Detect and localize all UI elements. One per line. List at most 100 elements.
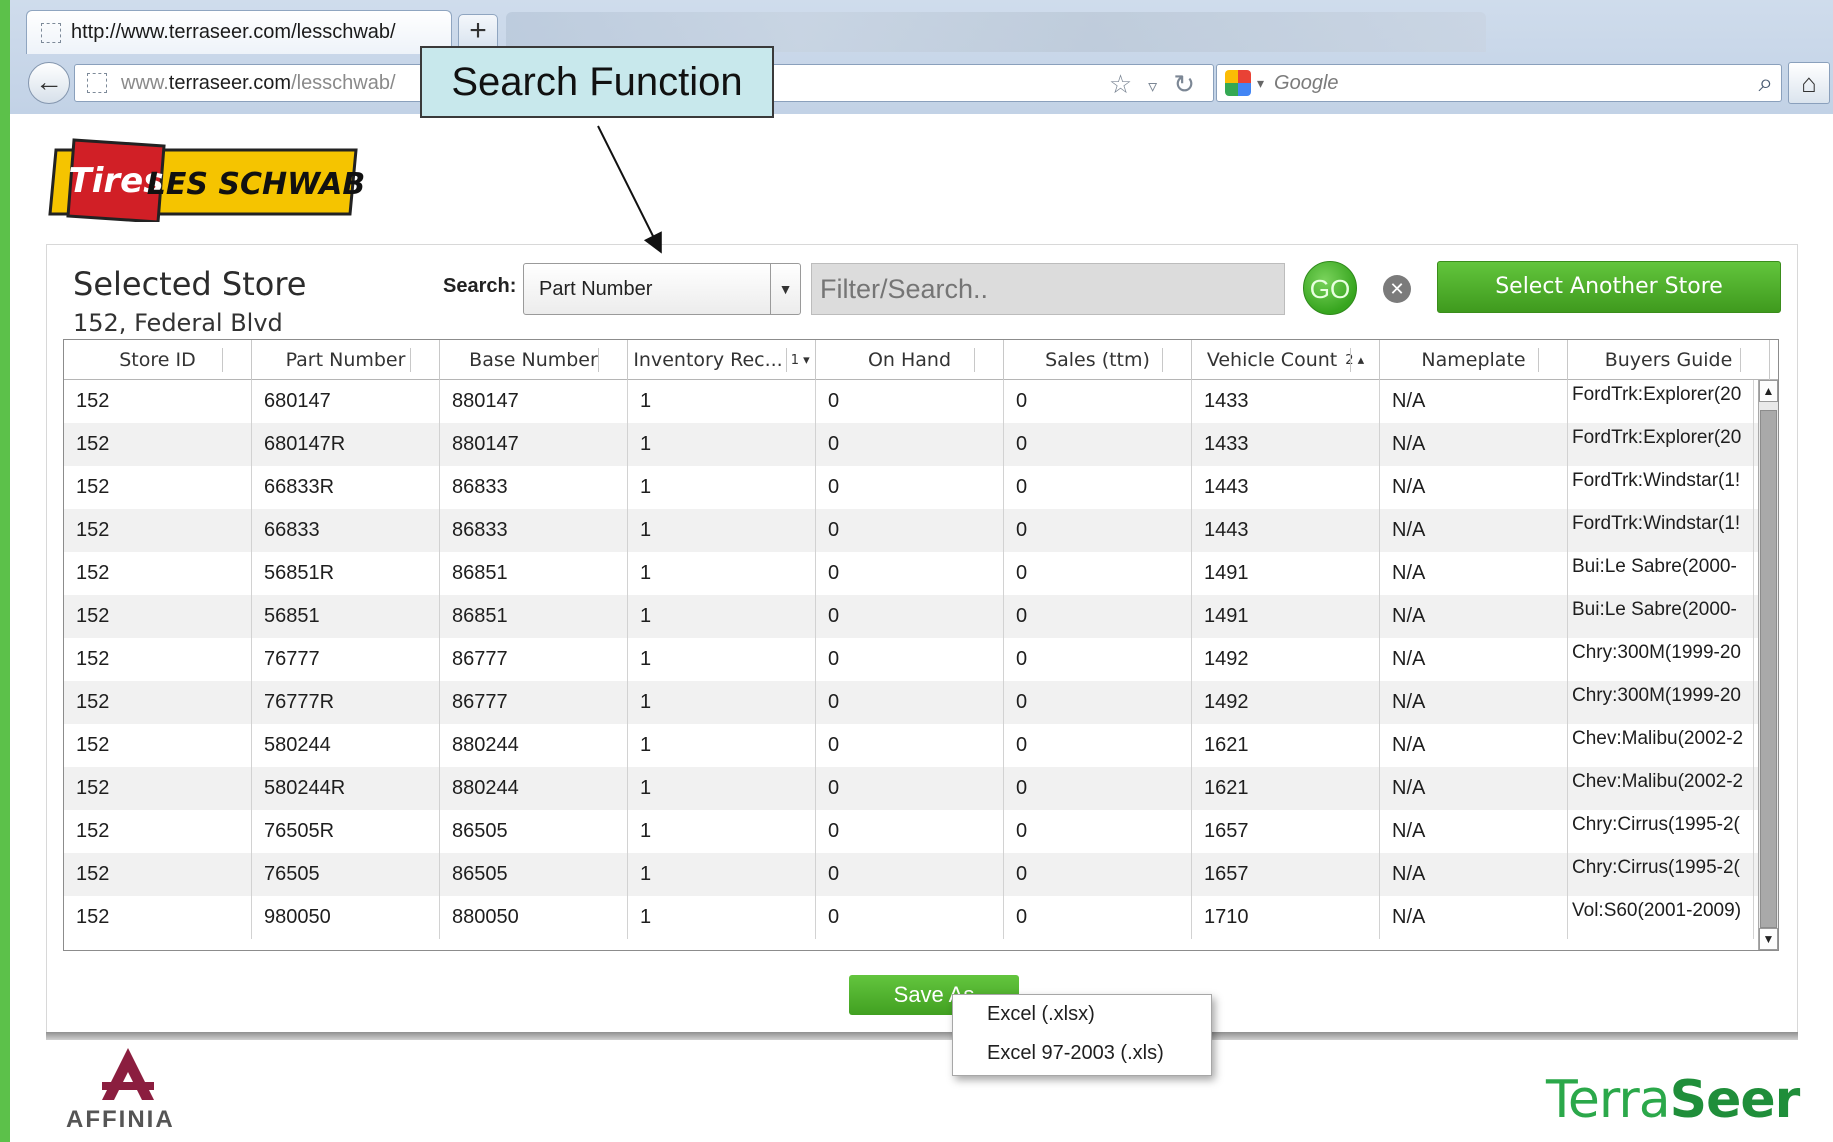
- column-header[interactable]: Buyers Guide: [1568, 340, 1770, 380]
- table-row[interactable]: 152 580244R 880244 1 0 0 1621 N/A Chev:Malibu(20…: [64, 767, 1764, 810]
- table-cell: 152: [64, 423, 252, 466]
- browser-tab[interactable]: http://www.terraseer.com/lesschwab/: [26, 10, 452, 54]
- table-cell: 1492: [1192, 681, 1380, 724]
- column-resize-handle[interactable]: [974, 348, 975, 372]
- table-cell: 880244: [440, 724, 628, 767]
- tab-title: http://www.terraseer.com/lesschwab/: [71, 21, 396, 43]
- vertical-scrollbar[interactable]: ▲ ▼: [1758, 380, 1778, 950]
- navigation-bar: ← www. terraseer.com /lesschwab/ ☆ ▿ ↻ ▾…: [10, 54, 1833, 110]
- column-header[interactable]: Sales (ttm): [1004, 340, 1192, 380]
- column-resize-handle[interactable]: [786, 348, 787, 372]
- table-cell: FordTrk:Windstar(1!: [1568, 466, 1754, 509]
- column-header[interactable]: Vehicle Count 2 ▴: [1192, 340, 1380, 380]
- table-cell: 152: [64, 853, 252, 896]
- table-row[interactable]: 152 66833R 86833 1 0 0 1443 N/A FordTrk:Windstar…: [64, 466, 1764, 509]
- table-cell: 152: [64, 724, 252, 767]
- table-row[interactable]: 152 66833 86833 1 0 0 1443 N/A FordTrk:Windstar(…: [64, 509, 1764, 552]
- chevron-down-icon[interactable]: ▼: [770, 264, 800, 314]
- table-cell: 1433: [1192, 380, 1380, 423]
- table-cell: N/A: [1380, 724, 1568, 767]
- column-header[interactable]: Nameplate: [1380, 340, 1568, 380]
- table-row[interactable]: 152 76777 86777 1 0 0 1492 N/A Chry:300M(1999-20: [64, 638, 1764, 681]
- table-row[interactable]: 152 56851 86851 1 0 0 1491 N/A Bui:Le Sabre(2000…: [64, 595, 1764, 638]
- column-resize-handle[interactable]: [598, 348, 599, 372]
- web-page: Tires LES SCHWAB Selected Store 152, Fed…: [10, 114, 1833, 1142]
- history-dropdown-icon[interactable]: ▿: [1148, 69, 1157, 103]
- inventory-table: Store ID Part Number Base Number Inventory …: [63, 339, 1779, 951]
- selected-store-label: Selected Store: [73, 265, 307, 303]
- menu-item-excel-xls[interactable]: Excel 97-2003 (.xls): [953, 1034, 1211, 1073]
- table-row[interactable]: 152 76505 86505 1 0 0 1657 N/A Chry:Cirrus(1995-…: [64, 853, 1764, 896]
- engine-dropdown-icon[interactable]: ▾: [1257, 75, 1264, 92]
- clear-search-icon[interactable]: ✕: [1383, 275, 1411, 303]
- table-cell: 152: [64, 767, 252, 810]
- table-cell: 1: [628, 853, 816, 896]
- table-cell: Chry:Cirrus(1995-2(: [1568, 853, 1754, 896]
- bookmark-star-icon[interactable]: ☆: [1109, 69, 1132, 103]
- select-another-store-button[interactable]: Select Another Store: [1437, 261, 1781, 313]
- table-row[interactable]: 152 680147 880147 1 0 0 1433 N/A FordTrk:Explore…: [64, 380, 1764, 423]
- table-cell: 0: [1004, 595, 1192, 638]
- go-button[interactable]: GO: [1303, 261, 1357, 315]
- column-header[interactable]: Inventory Rec... 1 ▾: [628, 340, 816, 380]
- column-resize-handle[interactable]: [410, 348, 411, 372]
- table-cell: 86833: [440, 466, 628, 509]
- table-cell: N/A: [1380, 423, 1568, 466]
- browser-chrome: http://www.terraseer.com/lesschwab/ + ← …: [10, 0, 1833, 114]
- table-cell: 0: [816, 896, 1004, 939]
- column-header[interactable]: On Hand: [816, 340, 1004, 380]
- table-cell: 1: [628, 724, 816, 767]
- column-resize-handle[interactable]: [1162, 348, 1163, 372]
- column-header-label: Vehicle Count: [1206, 349, 1338, 371]
- affinia-logo-text: AFFINIA: [66, 1106, 175, 1133]
- table-cell: 0: [1004, 380, 1192, 423]
- url-prefix: www.: [121, 71, 169, 94]
- new-tab-button[interactable]: +: [458, 14, 498, 50]
- table-cell: 86851: [440, 595, 628, 638]
- table-cell: 0: [1004, 466, 1192, 509]
- table-row[interactable]: 152 680147R 880147 1 0 0 1433 N/A FordTrk:Explor…: [64, 423, 1764, 466]
- table-cell: 86833: [440, 509, 628, 552]
- search-engine-box[interactable]: ▾ Google ⌕: [1216, 64, 1782, 102]
- scroll-thumb[interactable]: [1760, 410, 1777, 928]
- table-cell: 1: [628, 552, 816, 595]
- table-cell: N/A: [1380, 595, 1568, 638]
- scroll-down-icon[interactable]: ▼: [1759, 928, 1778, 950]
- table-cell: 0: [1004, 810, 1192, 853]
- table-cell: Chry:Cirrus(1995-2(: [1568, 810, 1754, 853]
- table-cell: 76505: [252, 853, 440, 896]
- table-row[interactable]: 152 580244 880244 1 0 0 1621 N/A Chev:Malibu(200…: [64, 724, 1764, 767]
- back-button[interactable]: ←: [28, 62, 70, 104]
- column-resize-handle[interactable]: [1740, 348, 1741, 372]
- table-cell: N/A: [1380, 853, 1568, 896]
- reload-icon[interactable]: ↻: [1173, 69, 1195, 103]
- page-icon: [87, 73, 107, 93]
- table-cell: 152: [64, 681, 252, 724]
- table-cell: 0: [816, 423, 1004, 466]
- table-cell: 0: [1004, 724, 1192, 767]
- magnifier-icon[interactable]: ⌕: [1758, 67, 1773, 99]
- search-field-select[interactable]: Part Number ▼: [523, 263, 801, 315]
- column-header-label: Nameplate: [1421, 349, 1526, 371]
- column-header[interactable]: Base Number: [440, 340, 628, 380]
- table-row[interactable]: 152 76777R 86777 1 0 0 1492 N/A Chry:300M(1999-2…: [64, 681, 1764, 724]
- table-row[interactable]: 152 76505R 86505 1 0 0 1657 N/A Chry:Cirrus(1995…: [64, 810, 1764, 853]
- home-button[interactable]: ⌂: [1788, 62, 1830, 104]
- column-header-label: On Hand: [867, 349, 952, 371]
- table-cell: N/A: [1380, 466, 1568, 509]
- table-cell: 0: [816, 466, 1004, 509]
- menu-item-excel-xlsx[interactable]: Excel (.xlsx): [953, 995, 1211, 1034]
- column-header[interactable]: Store ID: [64, 340, 252, 380]
- table-row[interactable]: 152 980050 880050 1 0 0 1710 N/A Vol:S60(2001-20…: [64, 896, 1764, 939]
- google-logo-icon[interactable]: [1225, 70, 1251, 96]
- column-header[interactable]: Part Number: [252, 340, 440, 380]
- column-resize-handle[interactable]: [222, 348, 223, 372]
- table-cell: 1: [628, 638, 816, 681]
- column-resize-handle[interactable]: [1538, 348, 1539, 372]
- table-cell: Chry:300M(1999-20: [1568, 681, 1754, 724]
- column-resize-handle[interactable]: [1350, 348, 1351, 372]
- filter-search-input[interactable]: [811, 263, 1285, 315]
- scroll-up-icon[interactable]: ▲: [1759, 380, 1778, 402]
- table-row[interactable]: 152 56851R 86851 1 0 0 1491 N/A Bui:Le Sabre(200…: [64, 552, 1764, 595]
- table-cell: 880050: [440, 896, 628, 939]
